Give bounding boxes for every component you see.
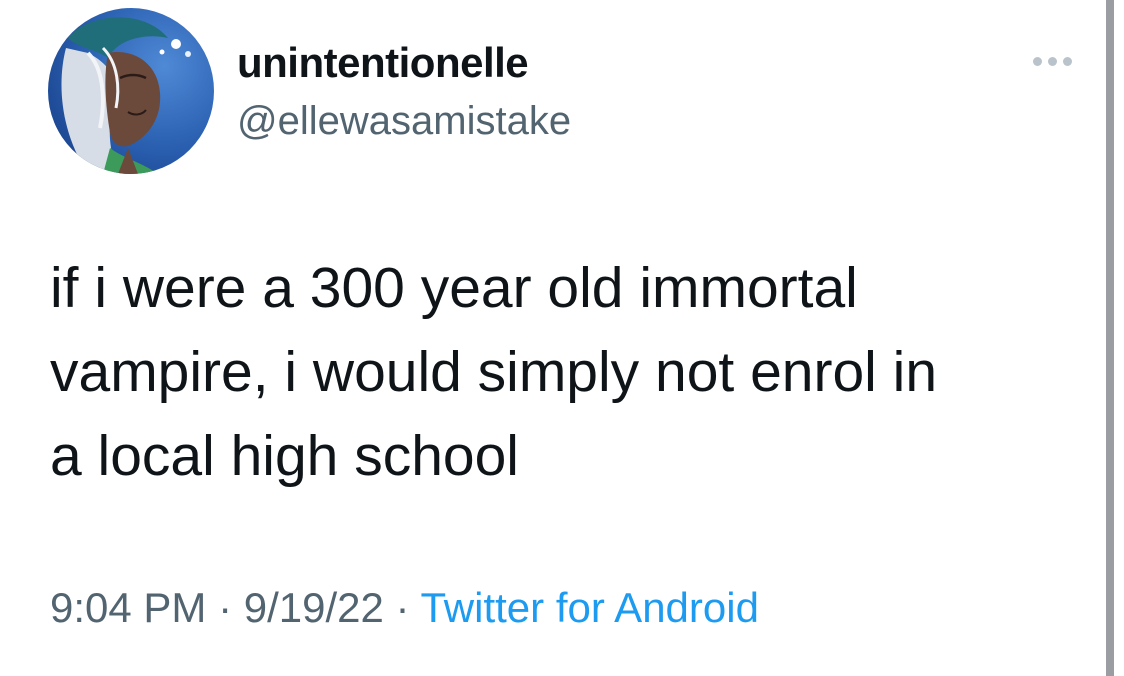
tweet-card: unintentionelle @ellewasamistake if i we… bbox=[0, 0, 1106, 676]
separator-dot: · bbox=[206, 584, 244, 631]
author-handle[interactable]: @ellewasamistake bbox=[237, 96, 571, 146]
tweet-date[interactable]: 9/19/22 bbox=[244, 584, 384, 631]
author-display-name[interactable]: unintentionelle bbox=[237, 38, 529, 88]
avatar-illustration bbox=[48, 8, 214, 174]
right-edge-divider bbox=[1106, 0, 1114, 676]
tweet-text-line: if i were a 300 year old immortal bbox=[50, 256, 858, 320]
avatar[interactable] bbox=[48, 8, 214, 174]
more-horizontal-icon bbox=[1047, 56, 1057, 66]
more-horizontal-icon bbox=[1032, 56, 1042, 66]
tweet-time[interactable]: 9:04 PM bbox=[50, 584, 206, 631]
tweet-text-line: vampire, i would simply not enrol in bbox=[50, 340, 938, 404]
tweet-text-line: a local high school bbox=[50, 424, 519, 488]
tweet-text: if i were a 300 year old immortal vampir… bbox=[50, 246, 1090, 498]
tweet-source-link[interactable]: Twitter for Android bbox=[420, 584, 758, 631]
separator-dot: · bbox=[383, 584, 421, 631]
more-horizontal-icon bbox=[1062, 56, 1072, 66]
tweet-metadata: 9:04 PM · 9/19/22 · Twitter for Android bbox=[50, 580, 759, 636]
more-options-button[interactable] bbox=[1024, 44, 1080, 78]
